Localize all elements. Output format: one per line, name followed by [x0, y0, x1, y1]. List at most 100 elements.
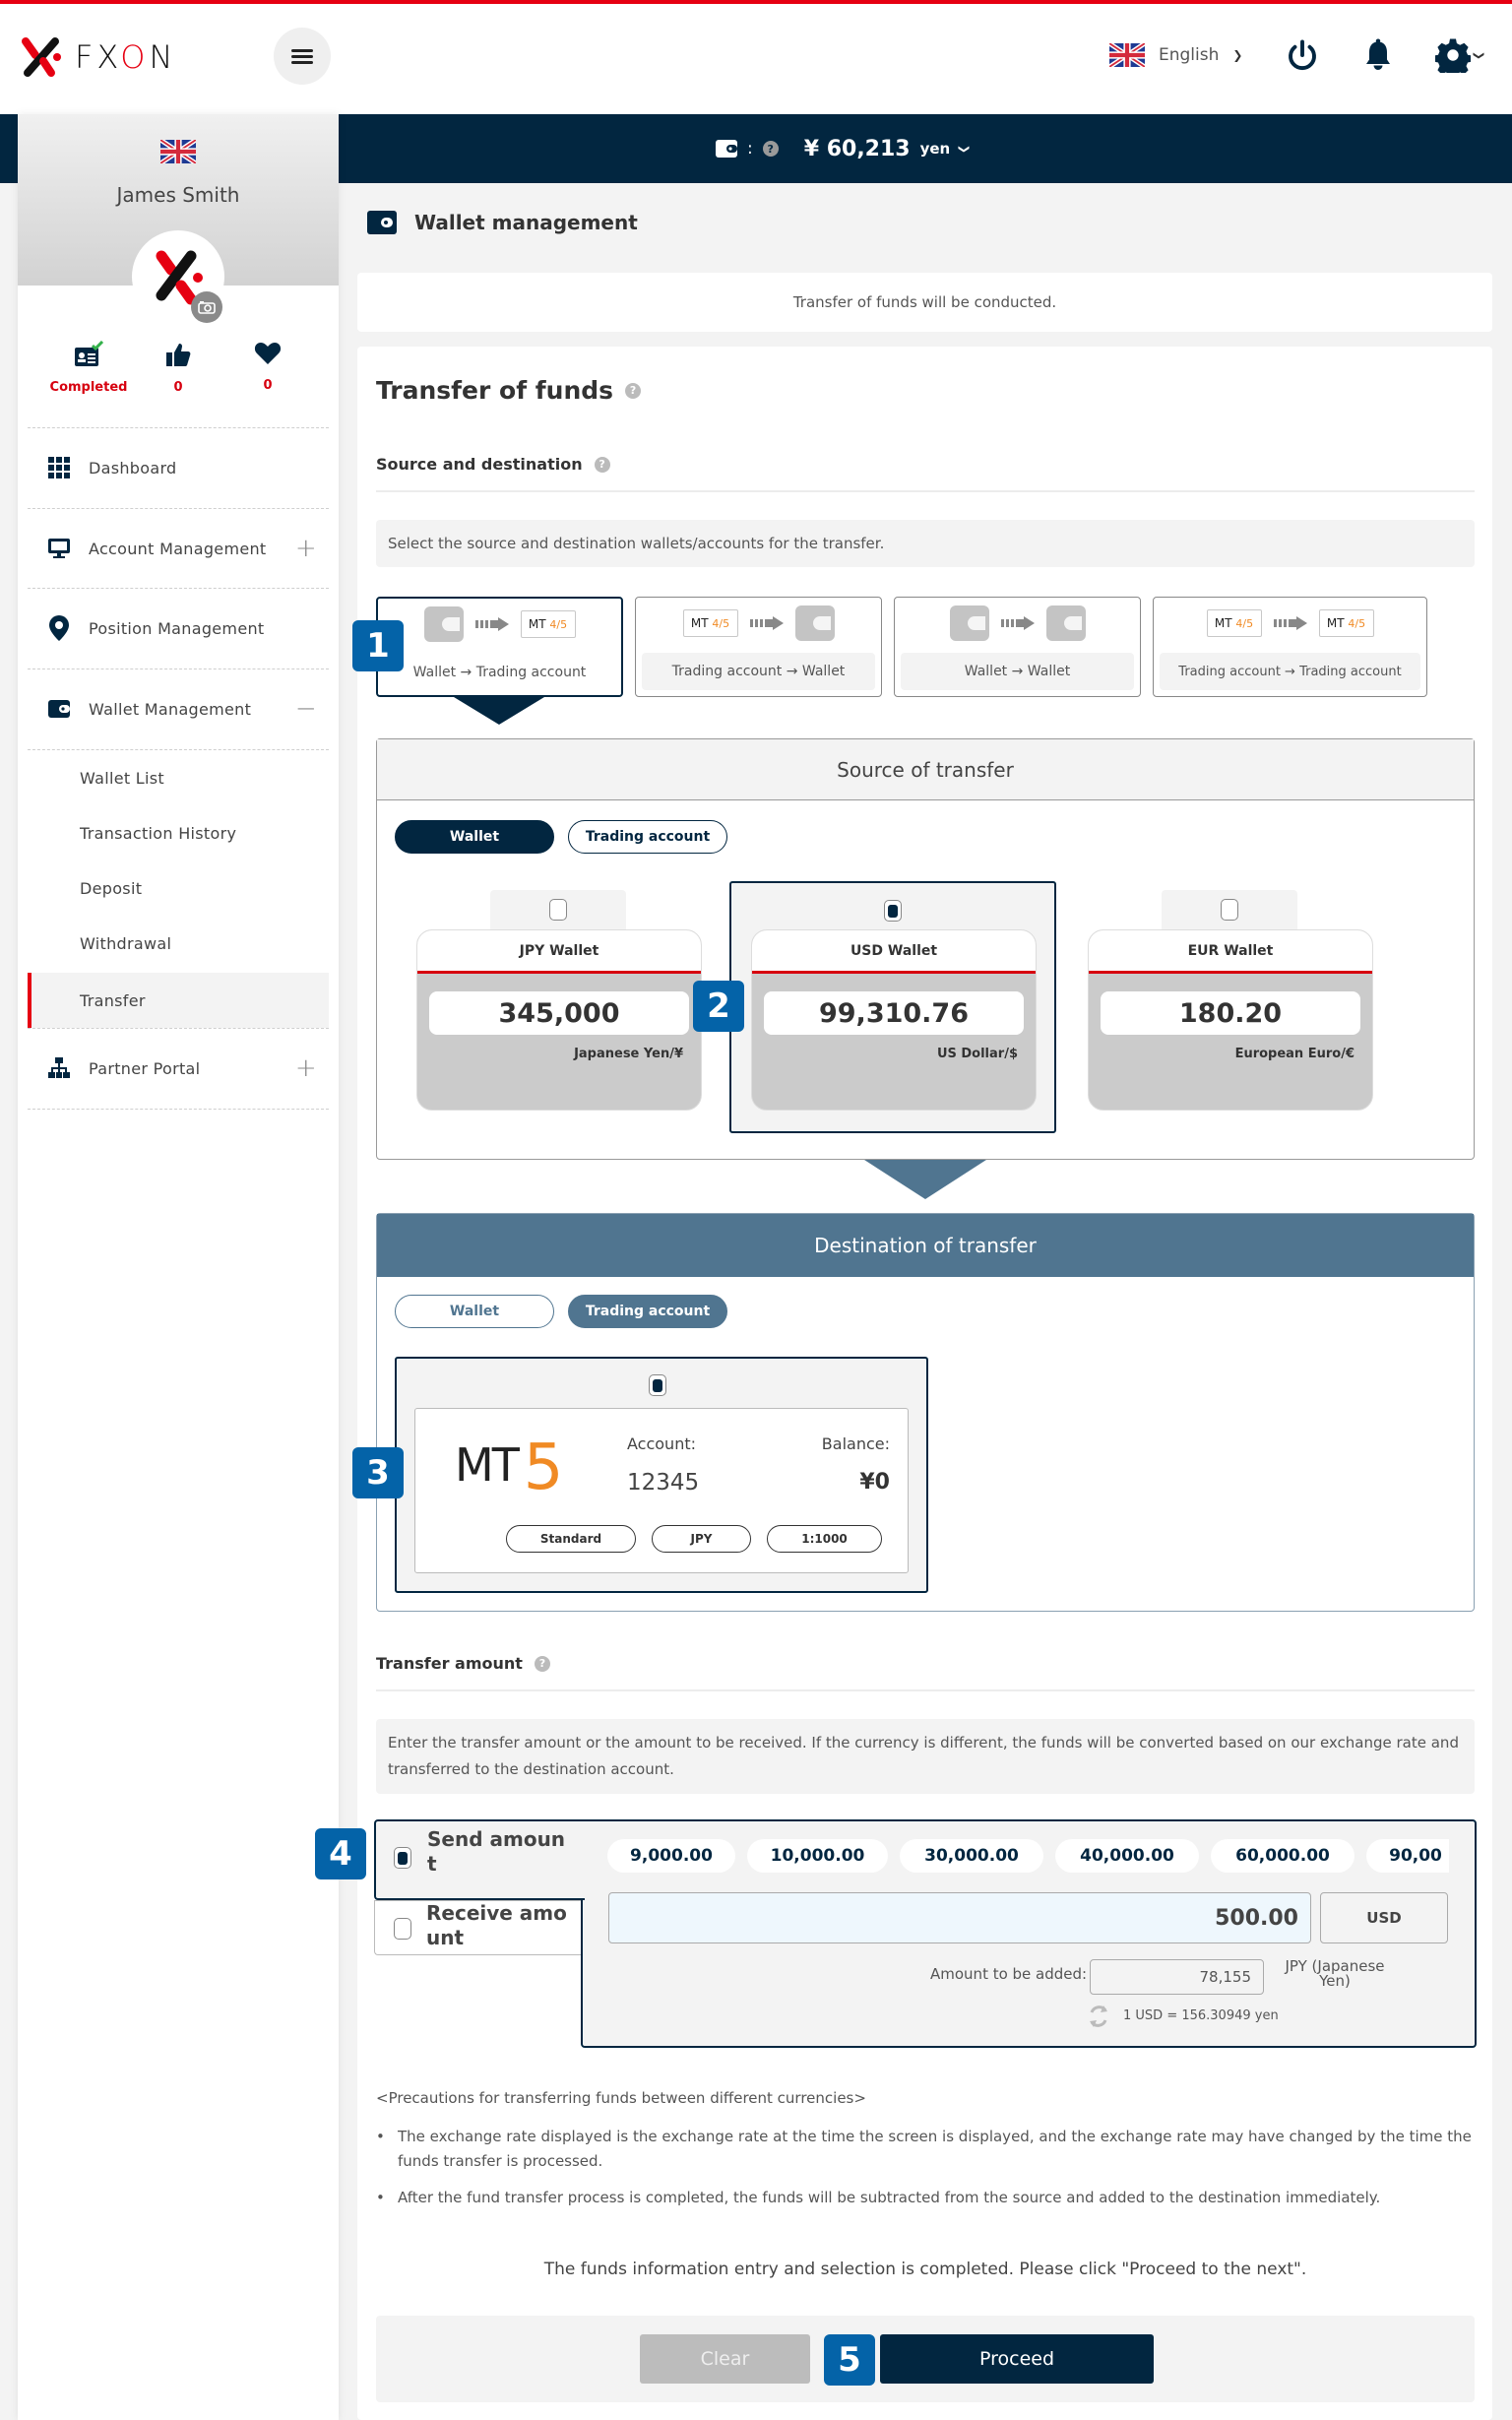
wallet-bar-separator: : [747, 139, 753, 159]
sidebar-item-dashboard[interactable]: Dashboard [28, 428, 329, 507]
mt-platform-icon: MT 4/5 [520, 610, 576, 638]
gear-icon [1435, 38, 1471, 73]
step-badge-5: 5 [824, 2334, 875, 2386]
quick-amount-button[interactable]: 9,000.00 [607, 1839, 735, 1873]
wallet-currency: European Euro/€ [1234, 1047, 1354, 1061]
destination-tab-wallet[interactable]: Wallet [395, 1295, 554, 1328]
sidebar: James Smith Completed 0 0 Dashboard Acco… [18, 114, 339, 2420]
transfer-type-wallet-to-trading[interactable]: MT 4/5 Wallet → Trading account [376, 597, 623, 697]
quick-amount-button[interactable]: 10,000.00 [747, 1839, 888, 1873]
proceed-button[interactable]: Proceed [880, 2334, 1154, 2384]
kyc-status-label: Completed [49, 380, 128, 395]
sidebar-subitem-label: Wallet List [80, 768, 164, 788]
quick-amount-button[interactable]: 30,000.00 [900, 1839, 1043, 1873]
usd-wallet-card[interactable]: USD Wallet 99,310.76 US Dollar/$ [751, 929, 1037, 1111]
section-title-text: Transfer of funds [376, 376, 614, 405]
destination-of-transfer-panel: Destination of transfer Wallet Trading a… [376, 1213, 1475, 1612]
sidebar-subitem-transfer[interactable]: Transfer [28, 973, 329, 1028]
page-title-text: Wallet management [414, 211, 638, 234]
change-avatar-button[interactable] [191, 291, 222, 323]
destination-tab-trading-account[interactable]: Trading account [568, 1295, 727, 1328]
trading-account-checkbox[interactable] [649, 1374, 666, 1396]
transfer-type-trading-to-wallet[interactable]: MT 4/5 Trading account → Wallet [635, 597, 882, 697]
quick-amount-button[interactable]: 90,00 [1366, 1839, 1449, 1873]
amount-added-currency: JPY (Japanese Yen) [1285, 1957, 1385, 1990]
sidebar-subitem-wallet-list[interactable]: Wallet List [28, 750, 329, 805]
quick-amount-button[interactable]: 40,000.00 [1055, 1839, 1199, 1873]
chevron-down-icon: ❯ [1473, 50, 1486, 60]
precaution-item: • After the fund transfer process is comp… [376, 2189, 1381, 2206]
sidebar-item-account-management[interactable]: Account Management + [28, 509, 329, 588]
source-tab-trading-account[interactable]: Trading account [568, 820, 727, 854]
quick-amount-button[interactable]: 60,000.00 [1211, 1839, 1354, 1873]
precautions-list: • The exchange rate displayed is the exch… [376, 2125, 1479, 2210]
transfer-amount-note: Enter the transfer amount or the amount … [376, 1719, 1475, 1794]
grid-icon [47, 456, 71, 479]
sidebar-item-label: Position Management [89, 618, 265, 638]
receive-amount-radio[interactable] [394, 1918, 411, 1940]
step-badge-4: 4 [315, 1828, 366, 1879]
sidebar-item-label: Partner Portal [89, 1058, 201, 1078]
expand-plus-icon[interactable]: + [295, 534, 317, 563]
trading-account-option[interactable]: MT 5 Account: 12345 Balance: ¥0 Standard… [395, 1357, 928, 1593]
amount-currency-label: USD [1320, 1892, 1448, 1943]
sidebar-item-position-management[interactable]: Position Management [28, 589, 329, 668]
wallet-icon [716, 140, 737, 158]
settings-menu[interactable]: ❯ [1435, 37, 1486, 73]
tile-icons: MT 4/5 [378, 606, 621, 642]
selected-tile-pointer [454, 697, 544, 725]
arrow-right-icon [749, 616, 784, 630]
wallet-currency: Japanese Yen/¥ [574, 1047, 683, 1061]
receive-amount-option[interactable]: Receive amo unt [374, 1900, 581, 1955]
wallet-select-tab [1162, 890, 1297, 929]
clear-button[interactable]: Clear [640, 2334, 810, 2384]
chevron-down-icon: ❯ [958, 144, 972, 154]
profile-name: James Smith [116, 183, 240, 207]
fxon-logo-mark-icon [22, 37, 61, 77]
jpy-wallet-card[interactable]: JPY Wallet 345,000 Japanese Yen/¥ [416, 929, 702, 1111]
favorites-stat[interactable]: 0 [219, 341, 317, 393]
usd-wallet-checkbox[interactable] [884, 900, 902, 922]
source-tab-wallet[interactable]: Wallet [395, 820, 554, 854]
transfer-type-trading-to-trading[interactable]: MT 4/5 MT 4/5 Trading account → Trading … [1153, 597, 1427, 697]
send-amount-option[interactable]: Send amoun t [374, 1819, 585, 1900]
hamburger-icon [291, 46, 313, 67]
collapse-minus-icon[interactable]: − [295, 694, 317, 724]
wallet-balance-readout[interactable]: : ? ¥ 60,213 yen ❯ [716, 114, 972, 183]
sidebar-item-partner-portal[interactable]: Partner Portal + [28, 1029, 329, 1108]
tile-icons: MT 4/5 [636, 605, 881, 641]
help-icon[interactable]: ? [625, 382, 642, 399]
jpy-wallet-checkbox[interactable] [549, 899, 567, 921]
expand-plus-icon[interactable]: + [295, 1053, 317, 1083]
eur-wallet-checkbox[interactable] [1221, 899, 1238, 921]
help-icon[interactable]: ? [762, 141, 779, 157]
divider [376, 490, 1475, 492]
camera-icon [198, 301, 216, 314]
help-icon[interactable]: ? [594, 456, 610, 473]
send-amount-radio[interactable] [394, 1847, 411, 1869]
help-icon[interactable]: ? [534, 1655, 550, 1672]
account-type-tag: Standard [506, 1525, 636, 1553]
power-icon[interactable] [1285, 37, 1320, 73]
favorites-count: 0 [263, 378, 273, 393]
bell-icon[interactable] [1360, 37, 1396, 73]
wallet-balance: 180.20 [1101, 991, 1360, 1035]
sidebar-subitem-deposit[interactable]: Deposit [28, 860, 329, 916]
language-selector[interactable]: English ❯ [1109, 43, 1242, 67]
fxon-logo[interactable]: FXON [18, 35, 176, 79]
receive-amount-label: Receive amo unt [426, 1901, 567, 1949]
sidebar-item-wallet-management[interactable]: Wallet Management − [28, 669, 329, 748]
likes-stat[interactable]: 0 [129, 341, 227, 395]
menu-toggle-button[interactable] [274, 28, 331, 85]
transfer-amount-input[interactable]: 500.00 [608, 1892, 1311, 1943]
transfer-type-wallet-to-wallet[interactable]: Wallet → Wallet [894, 597, 1141, 697]
refresh-rate-icon[interactable] [1088, 2005, 1109, 2028]
sidebar-subitem-transaction-history[interactable]: Transaction History [28, 805, 329, 860]
send-amount-label: Send amoun t [427, 1827, 566, 1876]
eur-wallet-card[interactable]: EUR Wallet 180.20 European Euro/€ [1088, 929, 1373, 1111]
sidebar-subitem-withdrawal[interactable]: Withdrawal [28, 916, 329, 971]
kyc-status[interactable]: Completed [39, 340, 138, 395]
uk-flag-icon [160, 140, 196, 163]
mt-platform-icon: MT 4/5 [1206, 609, 1262, 637]
subsection-title-text: Transfer amount [376, 1654, 523, 1673]
